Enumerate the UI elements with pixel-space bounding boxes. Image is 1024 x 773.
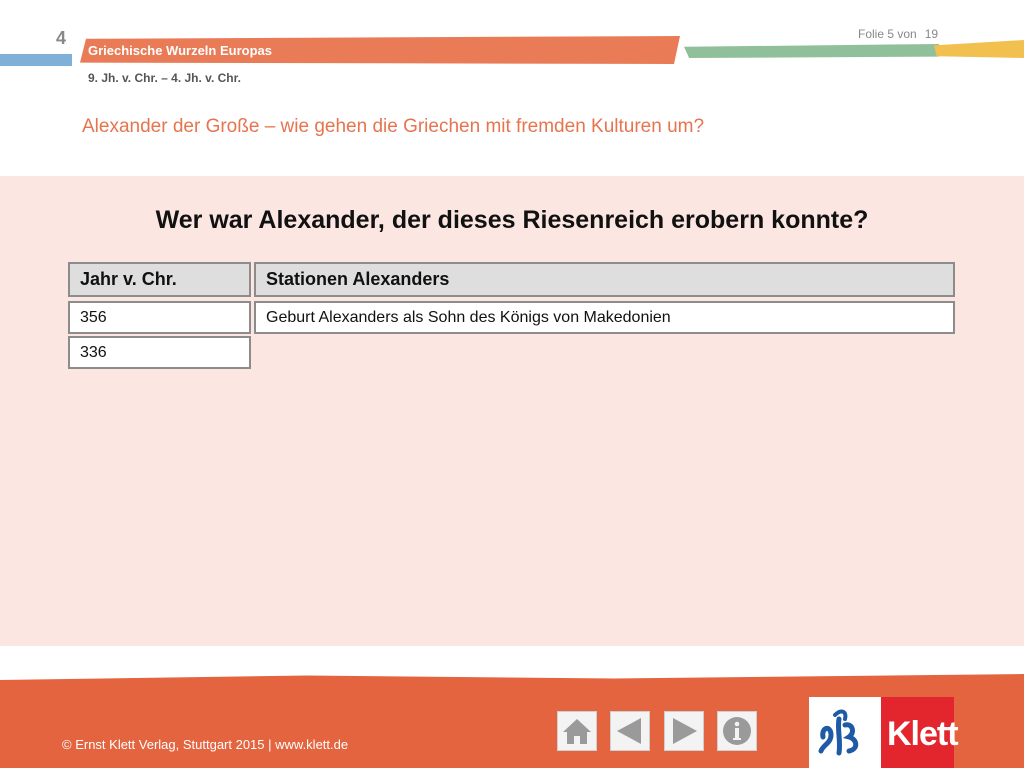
previous-button[interactable] <box>610 711 650 751</box>
header-bar-blue <box>0 54 72 66</box>
table-header-stations: Stationen Alexanders <box>254 262 955 297</box>
slide-counter-label: Folie 5 von <box>858 27 917 41</box>
header-bar-yellow <box>934 40 1024 58</box>
slide-counter: Folie 5 von 19 <box>858 27 938 41</box>
info-button[interactable] <box>717 711 757 751</box>
home-button[interactable] <box>557 711 597 751</box>
main-panel: Wer war Alexander, der dieses Riesenreic… <box>0 176 1024 646</box>
series-title: Griechische Wurzeln Europas <box>88 43 272 58</box>
table-cell-year: 336 <box>68 336 251 369</box>
info-icon <box>723 717 751 745</box>
next-icon <box>673 718 697 744</box>
klett-logo[interactable]: Klett <box>809 697 959 768</box>
header-bar-green <box>684 44 939 58</box>
table-cell-year: 356 <box>68 301 251 334</box>
slide-counter-total: 19 <box>924 27 939 41</box>
klett-logo-text: Klett <box>887 715 959 753</box>
page-title: Alexander der Große – wie gehen die Grie… <box>82 116 705 137</box>
home-icon <box>563 719 591 744</box>
table-header-year: Jahr v. Chr. <box>68 262 251 297</box>
next-button[interactable] <box>664 711 704 751</box>
period-label: 9. Jh. v. Chr. – 4. Jh. v. Chr. <box>88 71 241 85</box>
table-cell-station: Geburt Alexanders als Sohn des Königs vo… <box>254 301 955 334</box>
chapter-number: 4 <box>56 28 67 48</box>
previous-icon <box>617 718 641 744</box>
klett-emblem-icon <box>809 697 881 768</box>
copyright-text: © Ernst Klett Verlag, Stuttgart 2015 | w… <box>62 737 349 752</box>
question-heading: Wer war Alexander, der dieses Riesenreic… <box>155 206 869 234</box>
